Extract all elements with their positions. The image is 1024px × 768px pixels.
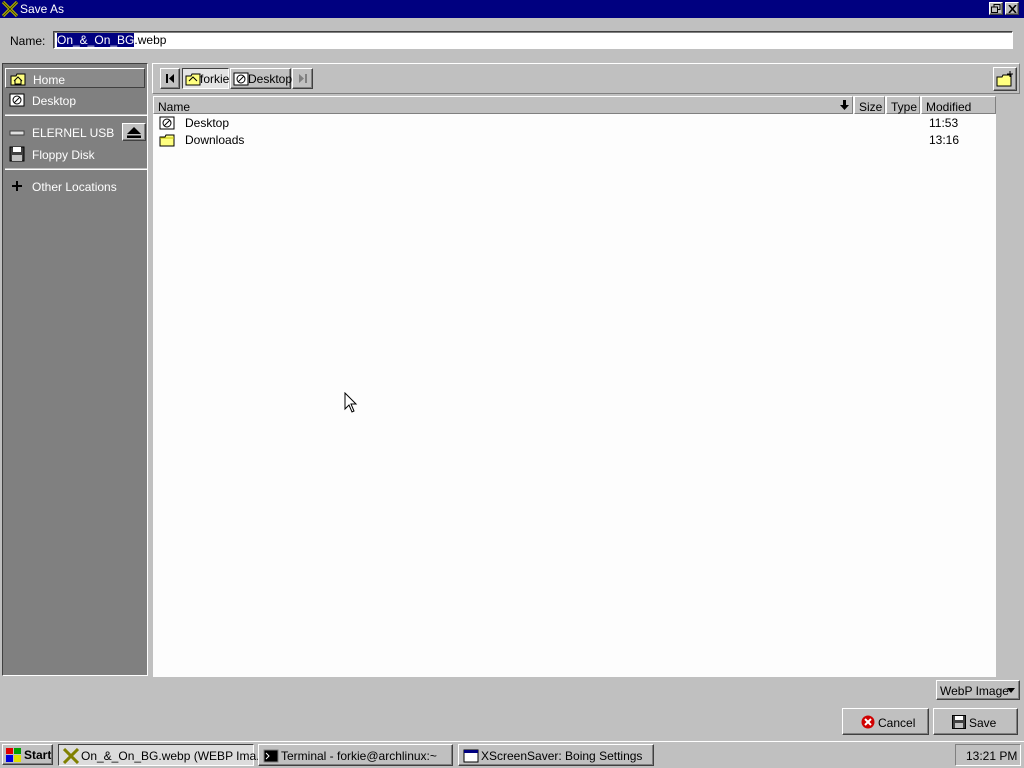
file-list[interactable]: Name Size Type Modified Desktop 11:53 Do… [153, 96, 996, 677]
folder-icon [159, 134, 175, 147]
taskbar-button-image-viewer[interactable]: On_&_On_BG.webp (WEBP Ima... [58, 744, 266, 766]
sort-descending-icon [840, 100, 849, 110]
chevron-down-icon [1007, 688, 1015, 693]
filename-selected-text: On_&_On_BG [57, 33, 135, 47]
cancel-button[interactable]: Cancel [842, 708, 929, 735]
column-header-name[interactable]: Name [153, 96, 853, 114]
path-crumb-forkie[interactable]: forkie [182, 68, 229, 89]
file-modified: 11:53 [929, 116, 959, 130]
file-modified: 13:16 [929, 133, 960, 147]
desktop-icon [233, 72, 249, 86]
taskbar-button-label: On_&_On_BG.webp (WEBP Ima... [81, 749, 267, 763]
eject-icon [127, 126, 141, 138]
sidebar-item-desktop[interactable]: Desktop [5, 90, 145, 110]
floppy-icon [9, 146, 25, 162]
sidebar-item-label: Home [33, 73, 66, 87]
restore-icon [991, 4, 1001, 13]
title-bar[interactable]: Save As [0, 0, 1024, 18]
terminal-icon [263, 749, 279, 763]
path-crumb-label: Desktop [248, 72, 293, 86]
file-row-desktop[interactable]: Desktop 11:53 [153, 114, 996, 131]
start-label: Start [24, 748, 52, 762]
column-header-type[interactable]: Type [886, 96, 920, 114]
sidebar-item-label: Desktop [32, 94, 77, 108]
column-header-label: Name [158, 100, 191, 114]
desktop-icon [159, 116, 175, 130]
drive-icon [9, 130, 25, 136]
path-scroll-right-button[interactable] [292, 68, 313, 89]
taskbar-button-terminal[interactable]: Terminal - forkie@archlinux:~ [258, 744, 453, 766]
close-icon [1007, 4, 1017, 13]
home-folder-icon [10, 73, 26, 86]
name-label: Name: [10, 34, 46, 48]
window-icon [463, 749, 479, 763]
sidebar-item-home[interactable]: Home [5, 68, 145, 88]
save-icon [952, 715, 966, 729]
file-name: Downloads [185, 133, 245, 147]
taskbar-button-label: Terminal - forkie@archlinux:~ [281, 749, 437, 763]
file-row-downloads[interactable]: Downloads 13:16 [153, 131, 996, 148]
file-list-scrollbar-area [996, 96, 1020, 677]
sidebar-item-other-locations[interactable]: Other Locations [5, 176, 145, 196]
xorg-icon [2, 1, 18, 17]
arrow-right-icon [299, 74, 307, 83]
column-header-label: Size [859, 100, 883, 114]
filename-input[interactable]: On_&_On_BG.webp [53, 31, 1013, 49]
column-header-label: Type [891, 100, 918, 114]
path-crumb-desktop[interactable]: Desktop [230, 68, 293, 89]
arrow-left-icon [165, 74, 174, 83]
file-type-selected: WebP Image [940, 684, 1009, 698]
file-name: Desktop [185, 116, 230, 130]
file-type-dropdown[interactable]: WebP Image [936, 680, 1020, 700]
taskbar-button-xscreensaver[interactable]: XScreenSaver: Boing Settings [458, 744, 654, 766]
column-header-label: Modified [926, 100, 972, 114]
cancel-button-label: Cancel [878, 716, 916, 730]
restore-button[interactable] [989, 2, 1003, 15]
xorg-icon [63, 748, 79, 764]
start-logo-icon [6, 748, 21, 762]
window-title: Save As [20, 2, 65, 16]
file-list-header: Name Size Type Modified [153, 96, 996, 114]
sidebar-item-label: Other Locations [32, 180, 117, 194]
new-folder-button[interactable] [993, 67, 1017, 91]
save-button[interactable]: Save [933, 708, 1018, 735]
home-folder-icon [185, 73, 201, 86]
close-button[interactable] [1005, 2, 1019, 15]
cancel-icon [861, 715, 875, 729]
eject-button[interactable] [122, 123, 146, 141]
column-header-modified[interactable]: Modified [921, 96, 996, 114]
start-button[interactable]: Start [2, 744, 53, 765]
taskbar-button-label: XScreenSaver: Boing Settings [481, 749, 643, 763]
sidebar-item-label: Floppy Disk [32, 148, 95, 162]
path-scroll-left-button[interactable] [160, 68, 180, 89]
new-folder-icon [996, 71, 1013, 87]
sidebar-item-label: ELERNEL USB [32, 126, 115, 140]
desktop-icon [9, 93, 25, 107]
filename-suffix-text: .webp [134, 33, 167, 47]
save-button-label: Save [969, 716, 997, 730]
mouse-pointer-icon [344, 392, 358, 413]
sidebar-item-floppy-disk[interactable]: Floppy Disk [5, 144, 145, 164]
plus-icon [12, 181, 22, 191]
clock: 13:21 PM [966, 749, 1018, 763]
path-crumb-label: forkie [200, 72, 230, 86]
places-sidebar: Home Desktop ELERNEL USB Floppy Disk Oth… [2, 63, 148, 676]
column-header-size[interactable]: Size [854, 96, 885, 114]
system-tray: 13:21 PM [955, 744, 1021, 766]
